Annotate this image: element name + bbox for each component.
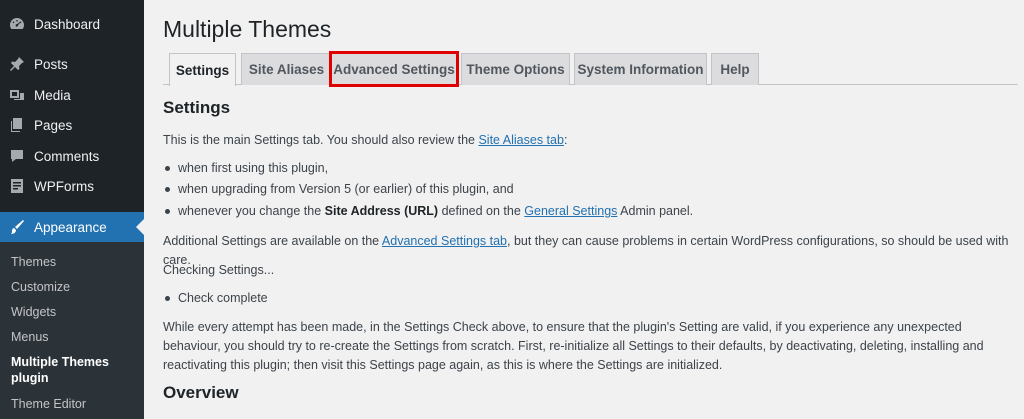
check-complete-text: Check complete bbox=[178, 291, 268, 305]
submenu-multiple-themes[interactable]: Multiple Themes plugin bbox=[11, 354, 121, 386]
admin-sidebar: Dashboard Posts Media Pages Comments WPF… bbox=[0, 0, 144, 419]
warning-text: While every attempt has been made, in th… bbox=[163, 320, 984, 372]
tab-theme-options[interactable]: Theme Options bbox=[461, 53, 570, 85]
comment-icon bbox=[8, 147, 26, 165]
bullet-dot bbox=[165, 186, 170, 192]
menu-appearance[interactable]: Appearance bbox=[0, 212, 144, 242]
site-aliases-link[interactable]: Site Aliases tab bbox=[478, 133, 563, 147]
checking-settings-text: Checking Settings... bbox=[163, 263, 275, 277]
submenu-widgets[interactable]: Widgets bbox=[11, 304, 56, 320]
advanced-settings-link[interactable]: Advanced Settings tab bbox=[382, 234, 507, 248]
appearance-submenu: Themes Customize Widgets Menus Multiple … bbox=[0, 242, 144, 419]
menu-comments[interactable]: Comments bbox=[0, 141, 144, 171]
bullet-text: when upgrading from Version 5 (or earlie… bbox=[178, 182, 514, 196]
list-item: whenever you change the Site Address (UR… bbox=[163, 204, 693, 218]
tab-bar: Settings Site Aliases Advanced Settings … bbox=[163, 51, 1018, 87]
menu-wpforms-label: WPForms bbox=[34, 178, 94, 194]
main-content: Multiple Themes Settings Site Aliases Ad… bbox=[144, 0, 1024, 419]
tab-system-information[interactable]: System Information bbox=[574, 53, 707, 85]
pages-icon bbox=[8, 116, 26, 134]
menu-pages-label: Pages bbox=[34, 117, 73, 133]
tab-settings[interactable]: Settings bbox=[169, 53, 236, 86]
page-title: Multiple Themes bbox=[163, 16, 332, 42]
list-item: when first using this plugin, bbox=[163, 161, 328, 175]
menu-posts-label: Posts bbox=[34, 56, 68, 72]
bullet-dot bbox=[165, 295, 170, 301]
menu-dashboard-label: Dashboard bbox=[34, 16, 101, 32]
bullet-text: whenever you change the Site Address (UR… bbox=[178, 204, 694, 218]
menu-appearance-label: Appearance bbox=[34, 219, 107, 235]
menu-pages[interactable]: Pages bbox=[0, 110, 144, 140]
tab-site-aliases[interactable]: Site Aliases bbox=[241, 53, 332, 85]
submenu-customize[interactable]: Customize bbox=[11, 279, 70, 295]
submenu-themes[interactable]: Themes bbox=[11, 254, 56, 270]
bullet-text: when first using this plugin, bbox=[178, 161, 329, 175]
menu-media[interactable]: Media bbox=[0, 80, 144, 110]
list-item: Check complete bbox=[163, 291, 268, 305]
menu-comments-label: Comments bbox=[34, 148, 100, 164]
submenu-menus[interactable]: Menus bbox=[11, 329, 49, 345]
bullet-dot bbox=[165, 165, 170, 171]
submenu-theme-editor[interactable]: Theme Editor bbox=[11, 396, 86, 412]
overview-heading: Overview bbox=[163, 383, 239, 402]
dashboard-icon bbox=[8, 15, 26, 33]
general-settings-link[interactable]: General Settings bbox=[524, 204, 617, 218]
menu-dashboard[interactable]: Dashboard bbox=[0, 9, 144, 39]
pin-icon bbox=[8, 55, 26, 73]
menu-wpforms[interactable]: WPForms bbox=[0, 171, 144, 201]
menu-posts[interactable]: Posts bbox=[0, 49, 144, 79]
menu-media-label: Media bbox=[34, 87, 71, 103]
media-icon bbox=[8, 86, 26, 104]
settings-heading: Settings bbox=[163, 98, 231, 117]
intro-text-end: : bbox=[563, 133, 568, 147]
brush-icon bbox=[8, 218, 26, 236]
intro-text-start: This is the main Settings tab. You shoul… bbox=[163, 133, 479, 147]
list-item: when upgrading from Version 5 (or earlie… bbox=[163, 182, 514, 196]
tab-advanced-settings[interactable]: Advanced Settings bbox=[329, 51, 459, 87]
intro-text: This is the main Settings tab. You shoul… bbox=[163, 131, 1013, 150]
tab-help[interactable]: Help bbox=[711, 53, 759, 85]
forms-icon bbox=[8, 177, 26, 195]
bullet-dot bbox=[165, 208, 170, 214]
